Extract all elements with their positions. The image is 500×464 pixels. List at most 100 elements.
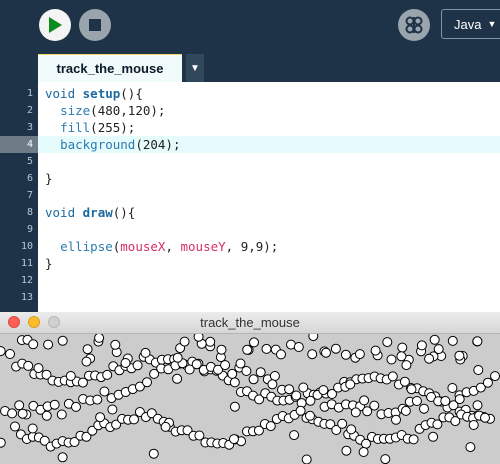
line-number: 2 [26,105,33,116]
sketch-canvas[interactable] [0,334,500,464]
trail-ellipse [447,335,458,346]
trail-ellipse [14,400,25,411]
code-token: size [60,103,91,118]
tab-menu-button[interactable]: ▼ [186,54,204,82]
trail-ellipse [57,452,68,463]
trail-ellipse [370,345,381,356]
trail-ellipse [216,344,227,355]
line-number-gutter: 1 2 3 4 5 6 7 8 9 10 11 12 13 [0,82,38,312]
trail-ellipse [473,365,484,375]
code-token: fill [60,120,91,135]
line-number: 7 [26,190,33,201]
code-line[interactable]: size(480,120); [45,102,165,119]
code-token: background [60,137,136,152]
trail-ellipse [92,394,103,405]
code-token: , [165,239,181,254]
toolbar: Java ▼ [0,0,500,52]
trail-ellipse [27,423,38,434]
trail-ellipse [81,356,92,367]
code-token: (){ [112,205,136,220]
stop-button[interactable] [79,9,111,41]
trail-ellipse [447,383,458,393]
line-number: 11 [20,258,33,269]
trail-ellipse [321,347,331,358]
line-number: 13 [20,292,33,303]
tab-label: track_the_mouse [56,61,164,76]
trail-ellipse [416,340,427,351]
trail-ellipse [482,377,493,388]
trail-ellipse [454,350,465,361]
trail-ellipse [472,400,483,411]
trail-ellipse [10,421,20,432]
line-number: 6 [26,173,33,184]
trail-ellipse [411,396,422,406]
trail-ellipse [428,431,439,442]
trail-ellipse [289,430,300,441]
trail-ellipse [301,454,312,464]
trail-ellipse [400,405,411,416]
code-line[interactable]: void draw(){ [45,204,135,221]
trail-ellipse [99,386,110,397]
trail-ellipse [0,346,6,357]
trail-ellipse [229,434,239,445]
trail-ellipse [261,343,272,354]
trail-ellipse [193,334,204,342]
trail-ellipse [17,408,28,419]
trail-ellipse [387,371,398,382]
code-token: (204); [135,137,181,152]
trail-ellipse [433,344,444,355]
trail-ellipse [305,410,315,421]
trail-ellipse [33,363,44,374]
code-editor[interactable]: void setup(){ size(480,120); fill(255); … [38,82,500,312]
trail-ellipse [28,339,39,350]
line-number: 8 [26,207,33,218]
mouse-trail-drawing [0,334,500,464]
tab-track-the-mouse[interactable]: track_the_mouse [38,54,182,82]
line-number: 12 [20,275,33,286]
code-line[interactable]: } [45,255,53,272]
trail-ellipse [160,421,171,432]
trail-ellipse [0,437,6,448]
trail-ellipse [386,354,397,365]
tab-bar: track_the_mouse ▼ [0,52,500,82]
trail-ellipse [354,349,365,360]
trail-ellipse [71,401,81,412]
trail-ellipse [345,379,356,390]
code-line[interactable]: ellipse(mouseX, mouseY, 9,9); [45,238,278,255]
line-number: 3 [26,122,33,133]
code-line[interactable]: background(204); [45,136,180,153]
mode-label: Java [454,16,482,32]
trail-ellipse [391,414,401,425]
line-number: 9 [26,224,33,235]
trail-ellipse [179,336,190,347]
trail-ellipse [401,360,412,371]
code-line[interactable]: fill(255); [45,119,135,136]
sketch-window: track_the_mouse [0,312,500,464]
trail-ellipse [429,334,440,345]
trail-ellipse [454,394,465,405]
code-line[interactable]: } [45,170,53,187]
trail-ellipse [205,336,216,347]
trail-ellipse [298,382,309,393]
code-token: } [45,171,53,186]
trail-ellipse [397,342,408,353]
code-line[interactable]: void setup(){ [45,85,143,102]
run-button[interactable] [39,9,71,41]
mode-selector[interactable]: Java ▼ [441,9,500,39]
trail-ellipse [229,377,240,388]
code-token: void [45,86,83,101]
trail-ellipse [424,353,435,364]
trail-ellipse [107,404,118,415]
debug-button[interactable] [398,9,430,41]
trail-ellipse [382,337,393,348]
trail-ellipse [95,412,106,423]
code-token: } [45,256,53,271]
line-number: 10 [20,241,33,252]
trail-ellipse [293,342,304,352]
trail-ellipse [358,447,369,457]
sketch-titlebar[interactable]: track_the_mouse [0,312,500,334]
trail-ellipse [57,335,68,346]
trail-ellipse [7,408,18,419]
